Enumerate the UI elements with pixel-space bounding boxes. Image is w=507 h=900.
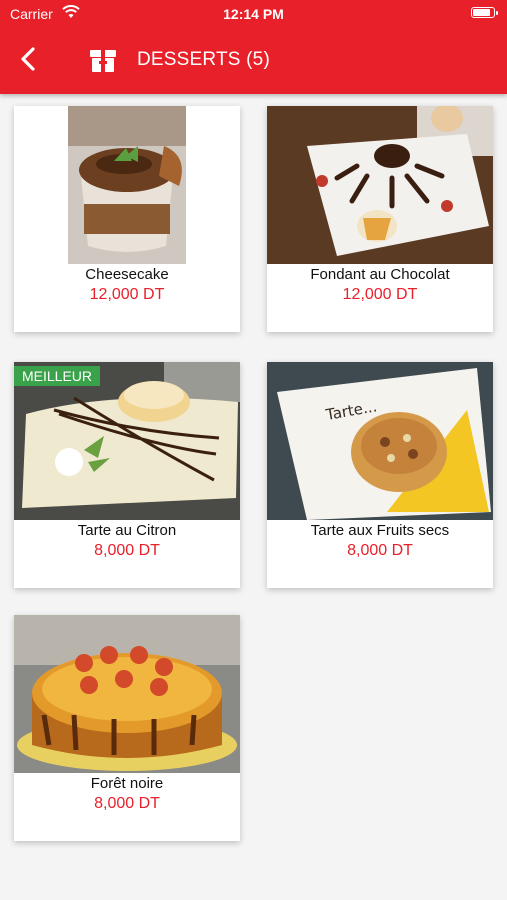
product-price: 8,000 DT [347, 542, 413, 559]
product-photo [14, 615, 240, 773]
product-name: Cheesecake [85, 266, 169, 283]
status-bar: Carrier 12:14 PM [0, 0, 507, 28]
product-name: Tarte aux Fruits secs [310, 522, 450, 539]
chevron-left-icon[interactable] [14, 44, 44, 74]
page-title: DESSERTS (5) [137, 49, 270, 70]
app-header: Carrier 12:14 PM DESSERTS (5) [0, 0, 507, 94]
product-name: Fondant au Chocolat [310, 266, 450, 283]
product-price: 8,000 DT [94, 542, 160, 559]
product-price: 8,000 DT [94, 795, 160, 812]
battery-icon [471, 7, 498, 18]
product-photo: Tarte... [267, 362, 493, 520]
product-card-foret-noire[interactable]: Forêt noire 8,000 DT [14, 615, 240, 841]
best-seller-badge: MEILLEUR [14, 366, 101, 386]
product-photo [14, 106, 240, 264]
product-name: Forêt noire [90, 775, 164, 792]
product-card-fondant-au-chocolat[interactable]: Fondant au Chocolat 12,000 DT [267, 106, 493, 332]
product-card-cheesecake[interactable]: Cheesecake 12,000 DT [14, 106, 240, 332]
clock: 12:14 PM [223, 6, 284, 22]
product-card-tarte-aux-fruits-secs[interactable]: Tarte... Tarte aux Fruits secs 8,000 DT [267, 362, 493, 588]
product-card-tarte-au-citron[interactable]: MEILLEUR Tarte au Citron 8,000 DT [14, 362, 240, 588]
product-price: 12,000 DT [89, 286, 165, 303]
product-price: 12,000 DT [342, 286, 418, 303]
product-photo [267, 106, 493, 264]
product-name: Tarte au Citron [77, 522, 177, 539]
gift-box-icon [90, 50, 116, 72]
product-photo: MEILLEUR [14, 362, 240, 520]
